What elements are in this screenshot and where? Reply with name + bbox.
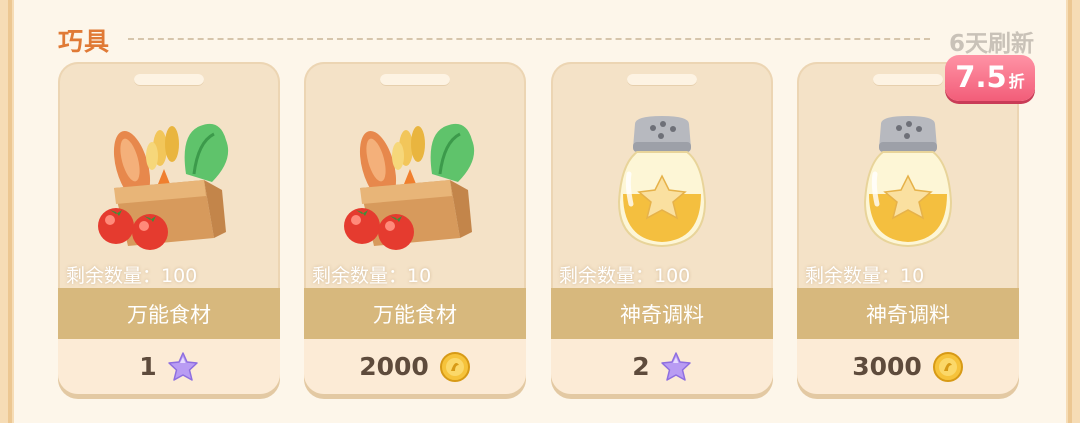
discount-badge: 7.5 折 — [945, 55, 1035, 101]
seasoning-jar-icon — [617, 116, 707, 248]
discount-unit: 折 — [1008, 72, 1025, 91]
star-icon — [167, 351, 198, 381]
price-value: 1 — [139, 352, 157, 381]
food-basket-icon — [344, 123, 475, 250]
coin-icon — [439, 351, 470, 382]
price-button[interactable]: 3000 — [797, 339, 1019, 394]
stock-remaining: 剩余数量：10 — [805, 265, 925, 287]
section-divider — [128, 38, 930, 40]
price-button[interactable]: 2 — [551, 339, 773, 394]
stock-remaining: 剩余数量：100 — [66, 265, 198, 287]
shop-item-card[interactable]: 剩余数量：10 神奇调料 3000 7.5 折 — [797, 55, 1035, 394]
stock-remaining: 剩余数量：100 — [559, 265, 691, 287]
discount-value: 7.5 — [955, 60, 1007, 94]
shop-item-card[interactable]: 剩余数量：10 万能食材 2000 — [304, 62, 526, 394]
price-button[interactable]: 1 — [58, 339, 280, 394]
item-name-band: 神奇调料 — [551, 288, 773, 339]
item-name-band: 万能食材 — [58, 288, 280, 339]
card-hanger — [873, 74, 943, 86]
item-name: 万能食材 — [373, 302, 457, 327]
card-hanger — [134, 74, 204, 86]
refresh-timer: 6天刷新 — [948, 31, 1034, 57]
coin-icon — [932, 351, 963, 382]
item-name: 神奇调料 — [866, 302, 950, 327]
shop-item-card[interactable]: 剩余数量：100 神奇调料 2 — [551, 62, 773, 394]
shop-item-card[interactable]: 剩余数量：100 万能食材 1 — [58, 62, 280, 394]
card-hanger — [380, 74, 450, 86]
price-value: 2000 — [359, 352, 429, 381]
frame-left — [0, 0, 14, 423]
item-name-band: 神奇调料 — [797, 288, 1019, 339]
price-value: 3000 — [852, 352, 922, 381]
price-button[interactable]: 2000 — [304, 339, 526, 394]
food-basket-icon — [98, 123, 229, 250]
item-name-band: 万能食材 — [304, 288, 526, 339]
seasoning-jar-icon — [863, 116, 953, 248]
star-icon — [660, 351, 691, 381]
price-value: 2 — [632, 352, 650, 381]
section-title: 巧具 — [58, 27, 111, 56]
stock-remaining: 剩余数量：10 — [312, 265, 432, 287]
frame-right — [1066, 0, 1080, 423]
item-name: 万能食材 — [127, 302, 211, 327]
item-name: 神奇调料 — [620, 302, 704, 327]
card-hanger — [627, 74, 697, 86]
